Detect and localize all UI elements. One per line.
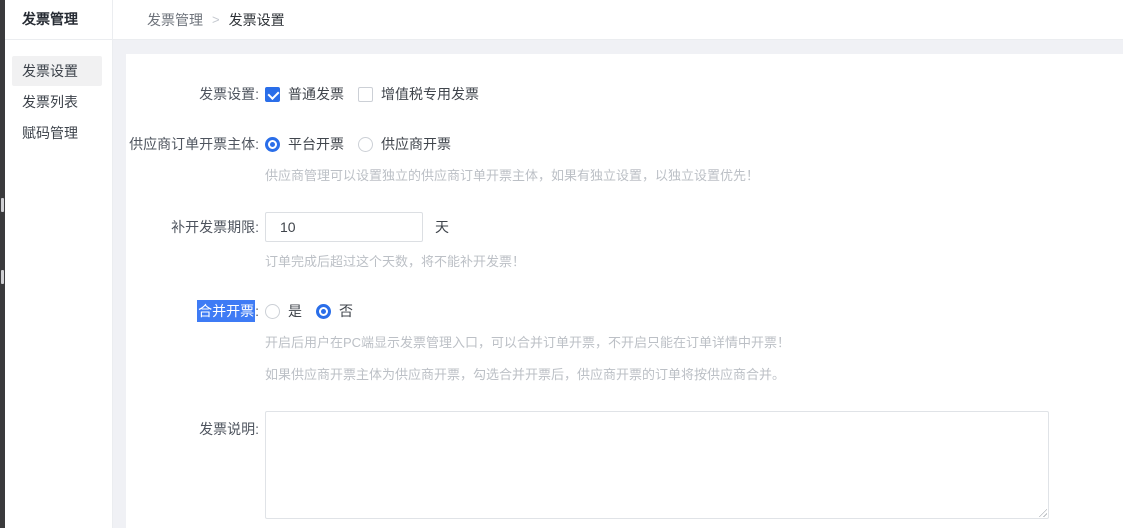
radio-icon[interactable]: [358, 137, 373, 152]
main-area: 发票管理 > 发票设置 发票设置: 普通发票 增值税专用发票: [113, 0, 1123, 528]
sidebar-item-invoice-settings[interactable]: 发票设置: [12, 56, 102, 86]
merge-invoicing-hint-1: 开启后用户在PC端显示发票管理入口，可以合并订单开票，不开启只能在订单详情中开票…: [265, 332, 1123, 351]
reissue-period-unit: 天: [435, 217, 449, 237]
reissue-period-hint: 订单完成后超过这个天数，将不能补开发票！: [265, 251, 1123, 270]
invoice-type-options: 普通发票 增值税专用发票: [265, 84, 493, 104]
supplier-subject-hint: 供应商管理可以设置独立的供应商订单开票主体，如果有独立设置，以独立设置优先！: [265, 165, 1123, 184]
content-background: 发票设置: 普通发票 增值税专用发票 供应商订单开票主体:: [113, 40, 1123, 528]
invoice-description-row: 发票说明:: [126, 411, 1123, 519]
merge-invoicing-row: 合并开票: 是 否: [126, 301, 1123, 321]
radio-option-yes[interactable]: 是: [265, 301, 302, 321]
settings-card: 发票设置: 普通发票 增值税专用发票 供应商订单开票主体:: [126, 54, 1123, 528]
merge-invoicing-hint-2: 如果供应商开票主体为供应商开票，勾选合并开票后，供应商开票的订单将按供应商合并。: [265, 364, 1123, 383]
checkbox-icon[interactable]: [358, 87, 373, 102]
breadcrumb-item-invoice-management[interactable]: 发票管理: [147, 10, 203, 30]
radio-label: 否: [339, 301, 353, 321]
merge-invoicing-options: 是 否: [265, 301, 367, 321]
supplier-subject-label: 供应商订单开票主体:: [126, 134, 259, 154]
supplier-subject-options: 平台开票 供应商开票: [265, 134, 465, 154]
breadcrumb-bar: 发票管理 > 发票设置: [113, 0, 1123, 40]
radio-option-platform-invoicing[interactable]: 平台开票: [265, 134, 344, 154]
chevron-right-icon: >: [212, 12, 220, 27]
reissue-period-row: 补开发票期限: 天: [126, 212, 1123, 242]
radio-label: 是: [288, 301, 302, 321]
checkbox-label: 增值税专用发票: [381, 84, 479, 104]
radio-label: 平台开票: [288, 134, 344, 154]
checkbox-icon[interactable]: [265, 87, 280, 102]
radio-icon[interactable]: [265, 137, 280, 152]
sidebar-item-code-management[interactable]: 赋码管理: [12, 118, 102, 148]
checkbox-option-regular-invoice[interactable]: 普通发票: [265, 84, 344, 104]
invoice-description-textarea[interactable]: [265, 411, 1049, 519]
radio-icon[interactable]: [265, 304, 280, 319]
radio-option-no[interactable]: 否: [316, 301, 353, 321]
strip-notch-icon: [1, 198, 4, 212]
invoice-description-label: 发票说明:: [126, 419, 259, 439]
radio-label: 供应商开票: [381, 134, 451, 154]
supplier-subject-row: 供应商订单开票主体: 平台开票 供应商开票: [126, 134, 1123, 154]
sidebar: 发票管理 发票设置 发票列表 赋码管理: [5, 0, 113, 528]
reissue-period-input[interactable]: [265, 212, 423, 242]
sidebar-title: 发票管理: [5, 0, 112, 40]
app-window: 发票管理 发票设置 发票列表 赋码管理 发票管理 > 发票设置 发票设置: 普通…: [0, 0, 1123, 528]
checkbox-label: 普通发票: [288, 84, 344, 104]
invoice-description-control: [265, 411, 1049, 519]
radio-icon[interactable]: [316, 304, 331, 319]
reissue-period-label: 补开发票期限:: [126, 217, 259, 237]
sidebar-nav: 发票设置 发票列表 赋码管理: [5, 40, 112, 148]
invoice-type-label: 发票设置:: [126, 84, 259, 104]
text-selection-highlight: 合并开票: [197, 300, 255, 322]
checkbox-option-vat-special-invoice[interactable]: 增值税专用发票: [358, 84, 479, 104]
strip-notch-icon: [1, 270, 4, 284]
collapsed-sidebar-strip[interactable]: [0, 0, 5, 528]
label-colon: :: [255, 303, 259, 319]
breadcrumb-item-invoice-settings: 发票设置: [229, 10, 285, 30]
reissue-period-control: 天: [265, 212, 449, 242]
sidebar-item-invoice-list[interactable]: 发票列表: [12, 87, 102, 117]
merge-invoicing-label: 合并开票:: [126, 301, 259, 321]
radio-option-supplier-invoicing[interactable]: 供应商开票: [358, 134, 451, 154]
invoice-type-row: 发票设置: 普通发票 增值税专用发票: [126, 84, 1123, 104]
